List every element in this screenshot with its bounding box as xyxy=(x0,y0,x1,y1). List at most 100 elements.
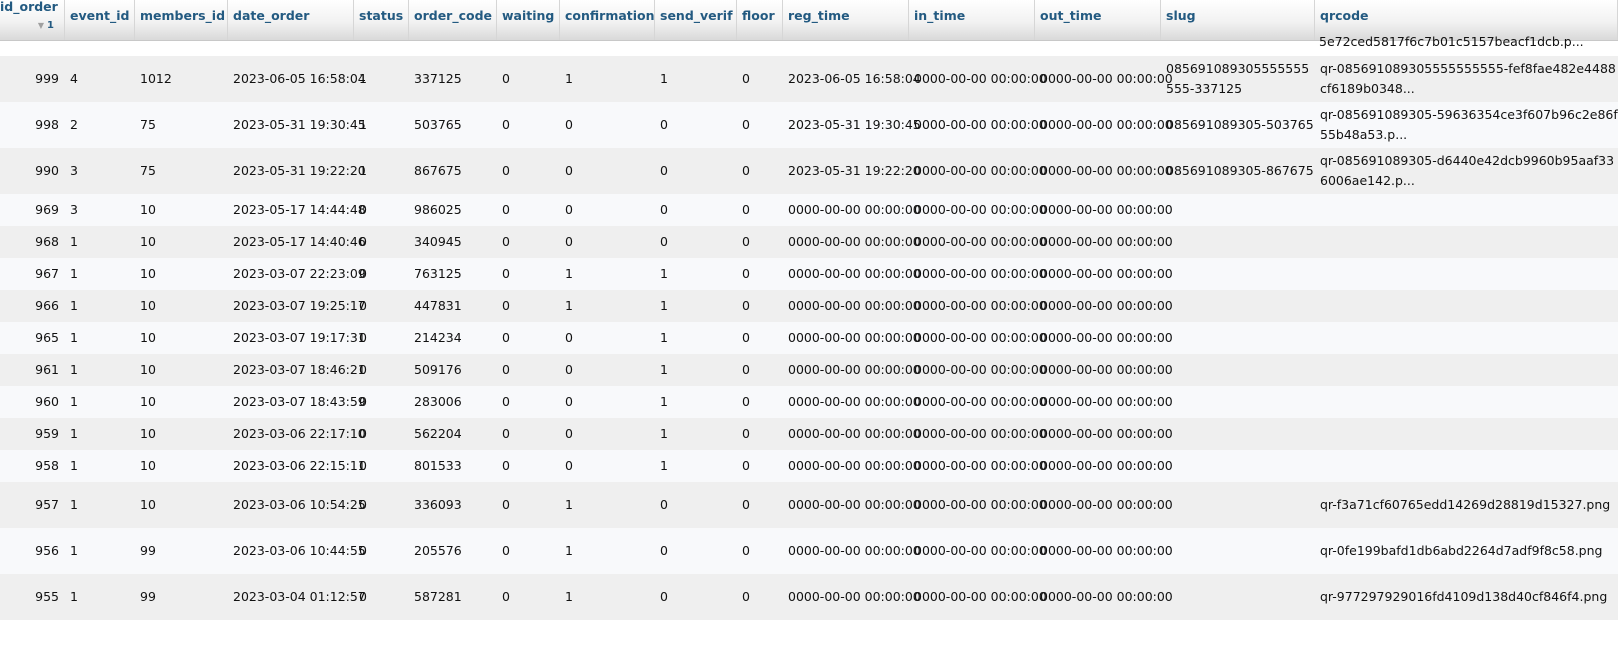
cell-qrcode[interactable]: qr-085691089305555555555-fef8fae482e4488… xyxy=(1315,56,1618,102)
cell-slug[interactable] xyxy=(1161,194,1315,226)
cell-status[interactable]: 1 xyxy=(354,148,409,194)
cell-floor[interactable]: 0 xyxy=(737,386,783,418)
cell-in-time[interactable]: 0000-00-00 00:00:00 xyxy=(909,418,1047,450)
table-row[interactable]: 965 1 10 2023-03-07 19:17:31 0 214234 0 0 1 0 0000… xyxy=(0,322,1618,354)
column-header-members-id[interactable]: members_id xyxy=(135,0,228,40)
cell-order-code[interactable]: 340945 xyxy=(409,226,497,258)
cell-event-id[interactable]: 3 xyxy=(65,148,135,194)
cell-in-time[interactable]: 0000-00-00 00:00:00 xyxy=(909,290,1047,322)
cell-out-time[interactable]: 0000-00-00 00:00:00 xyxy=(1035,102,1173,148)
cell-out-time[interactable]: 0000-00-00 00:00:00 xyxy=(1035,450,1173,482)
cell-reg-time[interactable]: 0000-00-00 00:00:00 xyxy=(783,574,921,620)
cell-order-code[interactable]: 763125 xyxy=(409,258,497,290)
cell-qrcode[interactable] xyxy=(1315,354,1618,386)
cell-members-id[interactable]: 99 xyxy=(135,574,228,620)
cell-in-time[interactable]: 0000-00-00 00:00:00 xyxy=(909,322,1047,354)
cell-out-time[interactable]: 0000-00-00 00:00:00 xyxy=(1035,194,1173,226)
cell-event-id[interactable]: 1 xyxy=(65,528,135,574)
cell-order-code[interactable]: 562204 xyxy=(409,418,497,450)
cell-floor[interactable]: 0 xyxy=(737,418,783,450)
cell-send-verif[interactable]: 0 xyxy=(655,102,737,148)
cell-slug[interactable] xyxy=(1161,258,1315,290)
column-header-slug[interactable]: slug xyxy=(1161,0,1315,40)
column-header-id-order[interactable]: id_order ▼ 1 xyxy=(0,0,65,40)
cell-event-id[interactable]: 1 xyxy=(65,290,135,322)
cell-order-code[interactable]: 503765 xyxy=(409,102,497,148)
cell-date-order[interactable]: 2023-03-06 10:54:25 xyxy=(228,482,366,528)
cell-in-time[interactable]: 0000-00-00 00:00:00 xyxy=(909,482,1047,528)
cell-members-id[interactable]: 75 xyxy=(135,148,228,194)
cell-out-time[interactable]: 0000-00-00 00:00:00 xyxy=(1035,418,1173,450)
cell-floor[interactable]: 0 xyxy=(737,528,783,574)
cell-qrcode[interactable] xyxy=(1315,450,1618,482)
cell-send-verif[interactable]: 0 xyxy=(655,528,737,574)
table-row[interactable]: 967 1 10 2023-03-07 22:23:09 0 763125 0 1 1 0 0000… xyxy=(0,258,1618,290)
cell-qrcode[interactable] xyxy=(1315,258,1618,290)
cell-date-order[interactable]: 2023-03-07 18:43:59 xyxy=(228,386,366,418)
cell-waiting[interactable]: 0 xyxy=(497,290,560,322)
cell-event-id[interactable]: 4 xyxy=(65,56,135,102)
cell-slug[interactable] xyxy=(1161,322,1315,354)
table-row[interactable]: 969 3 10 2023-05-17 14:44:48 0 986025 0 0 0 0 0000… xyxy=(0,194,1618,226)
cell-in-time[interactable]: 0000-00-00 00:00:00 xyxy=(909,528,1047,574)
cell-send-verif[interactable]: 0 xyxy=(655,148,737,194)
cell-floor[interactable]: 0 xyxy=(737,574,783,620)
sort-indicator[interactable]: ▼ 1 xyxy=(0,14,64,36)
cell-date-order[interactable]: 2023-03-07 22:23:09 xyxy=(228,258,366,290)
cell-qrcode[interactable] xyxy=(1315,386,1618,418)
column-header-event-id[interactable]: event_id xyxy=(65,0,135,40)
cell-status[interactable]: 0 xyxy=(354,482,409,528)
cell-event-id[interactable]: 2 xyxy=(65,102,135,148)
cell-reg-time[interactable]: 0000-00-00 00:00:00 xyxy=(783,226,921,258)
cell-floor[interactable]: 0 xyxy=(737,226,783,258)
cell-id-order[interactable]: 998 xyxy=(0,102,65,148)
cell-out-time[interactable]: 0000-00-00 00:00:00 xyxy=(1035,226,1173,258)
cell-members-id[interactable]: 10 xyxy=(135,386,228,418)
cell-date-order[interactable]: 2023-03-07 18:46:21 xyxy=(228,354,366,386)
cell-confirmation[interactable]: 0 xyxy=(560,418,655,450)
cell-send-verif[interactable]: 0 xyxy=(655,194,737,226)
cell-qrcode[interactable]: qr-085691089305-d6440e42dcb9960b95aaf336… xyxy=(1315,148,1618,194)
cell-confirmation[interactable]: 0 xyxy=(560,450,655,482)
cell-reg-time[interactable]: 2023-05-31 19:30:45 xyxy=(783,102,921,148)
cell-status[interactable]: 0 xyxy=(354,528,409,574)
cell-date-order[interactable]: 2023-03-06 22:17:10 xyxy=(228,418,366,450)
cell-slug[interactable] xyxy=(1161,226,1315,258)
cell-event-id[interactable]: 1 xyxy=(65,226,135,258)
cell-date-order[interactable]: 2023-03-04 01:12:57 xyxy=(228,574,366,620)
cell-in-time[interactable]: 0000-00-00 00:00:00 xyxy=(909,102,1047,148)
cell-id-order[interactable]: 958 xyxy=(0,450,65,482)
cell-members-id[interactable]: 75 xyxy=(135,102,228,148)
column-header-confirmation[interactable]: confirmation xyxy=(560,0,655,40)
cell-reg-time[interactable]: 2023-06-05 16:58:04 xyxy=(783,56,921,102)
cell-status[interactable]: 0 xyxy=(354,354,409,386)
cell-order-code[interactable]: 337125 xyxy=(409,56,497,102)
column-header-floor[interactable]: floor xyxy=(737,0,783,40)
cell-send-verif[interactable]: 1 xyxy=(655,386,737,418)
cell-confirmation[interactable]: 1 xyxy=(560,290,655,322)
cell-waiting[interactable]: 0 xyxy=(497,258,560,290)
cell-qrcode[interactable] xyxy=(1315,194,1618,226)
cell-reg-time[interactable]: 0000-00-00 00:00:00 xyxy=(783,322,921,354)
cell-status[interactable]: 1 xyxy=(354,56,409,102)
cell-send-verif[interactable]: 1 xyxy=(655,56,737,102)
cell-waiting[interactable]: 0 xyxy=(497,482,560,528)
cell-floor[interactable]: 0 xyxy=(737,322,783,354)
cell-date-order[interactable]: 2023-03-06 22:15:11 xyxy=(228,450,366,482)
cell-id-order[interactable]: 965 xyxy=(0,322,65,354)
column-header-status[interactable]: status xyxy=(354,0,409,40)
cell-slug[interactable]: 085691089305-503765 xyxy=(1161,102,1315,148)
cell-reg-time[interactable]: 2023-05-31 19:22:20 xyxy=(783,148,921,194)
cell-id-order[interactable]: 990 xyxy=(0,148,65,194)
cell-floor[interactable]: 0 xyxy=(737,450,783,482)
cell-reg-time[interactable]: 0000-00-00 00:00:00 xyxy=(783,258,921,290)
cell-slug[interactable] xyxy=(1161,528,1315,574)
cell-out-time[interactable]: 0000-00-00 00:00:00 xyxy=(1035,574,1173,620)
cell-waiting[interactable]: 0 xyxy=(497,386,560,418)
cell-slug[interactable]: 085691089305555555555-337125 xyxy=(1161,56,1315,102)
cell-members-id[interactable]: 10 xyxy=(135,418,228,450)
cell-in-time[interactable]: 0000-00-00 00:00:00 xyxy=(909,258,1047,290)
cell-order-code[interactable]: 214234 xyxy=(409,322,497,354)
cell-members-id[interactable]: 1012 xyxy=(135,56,228,102)
cell-order-code[interactable]: 447831 xyxy=(409,290,497,322)
